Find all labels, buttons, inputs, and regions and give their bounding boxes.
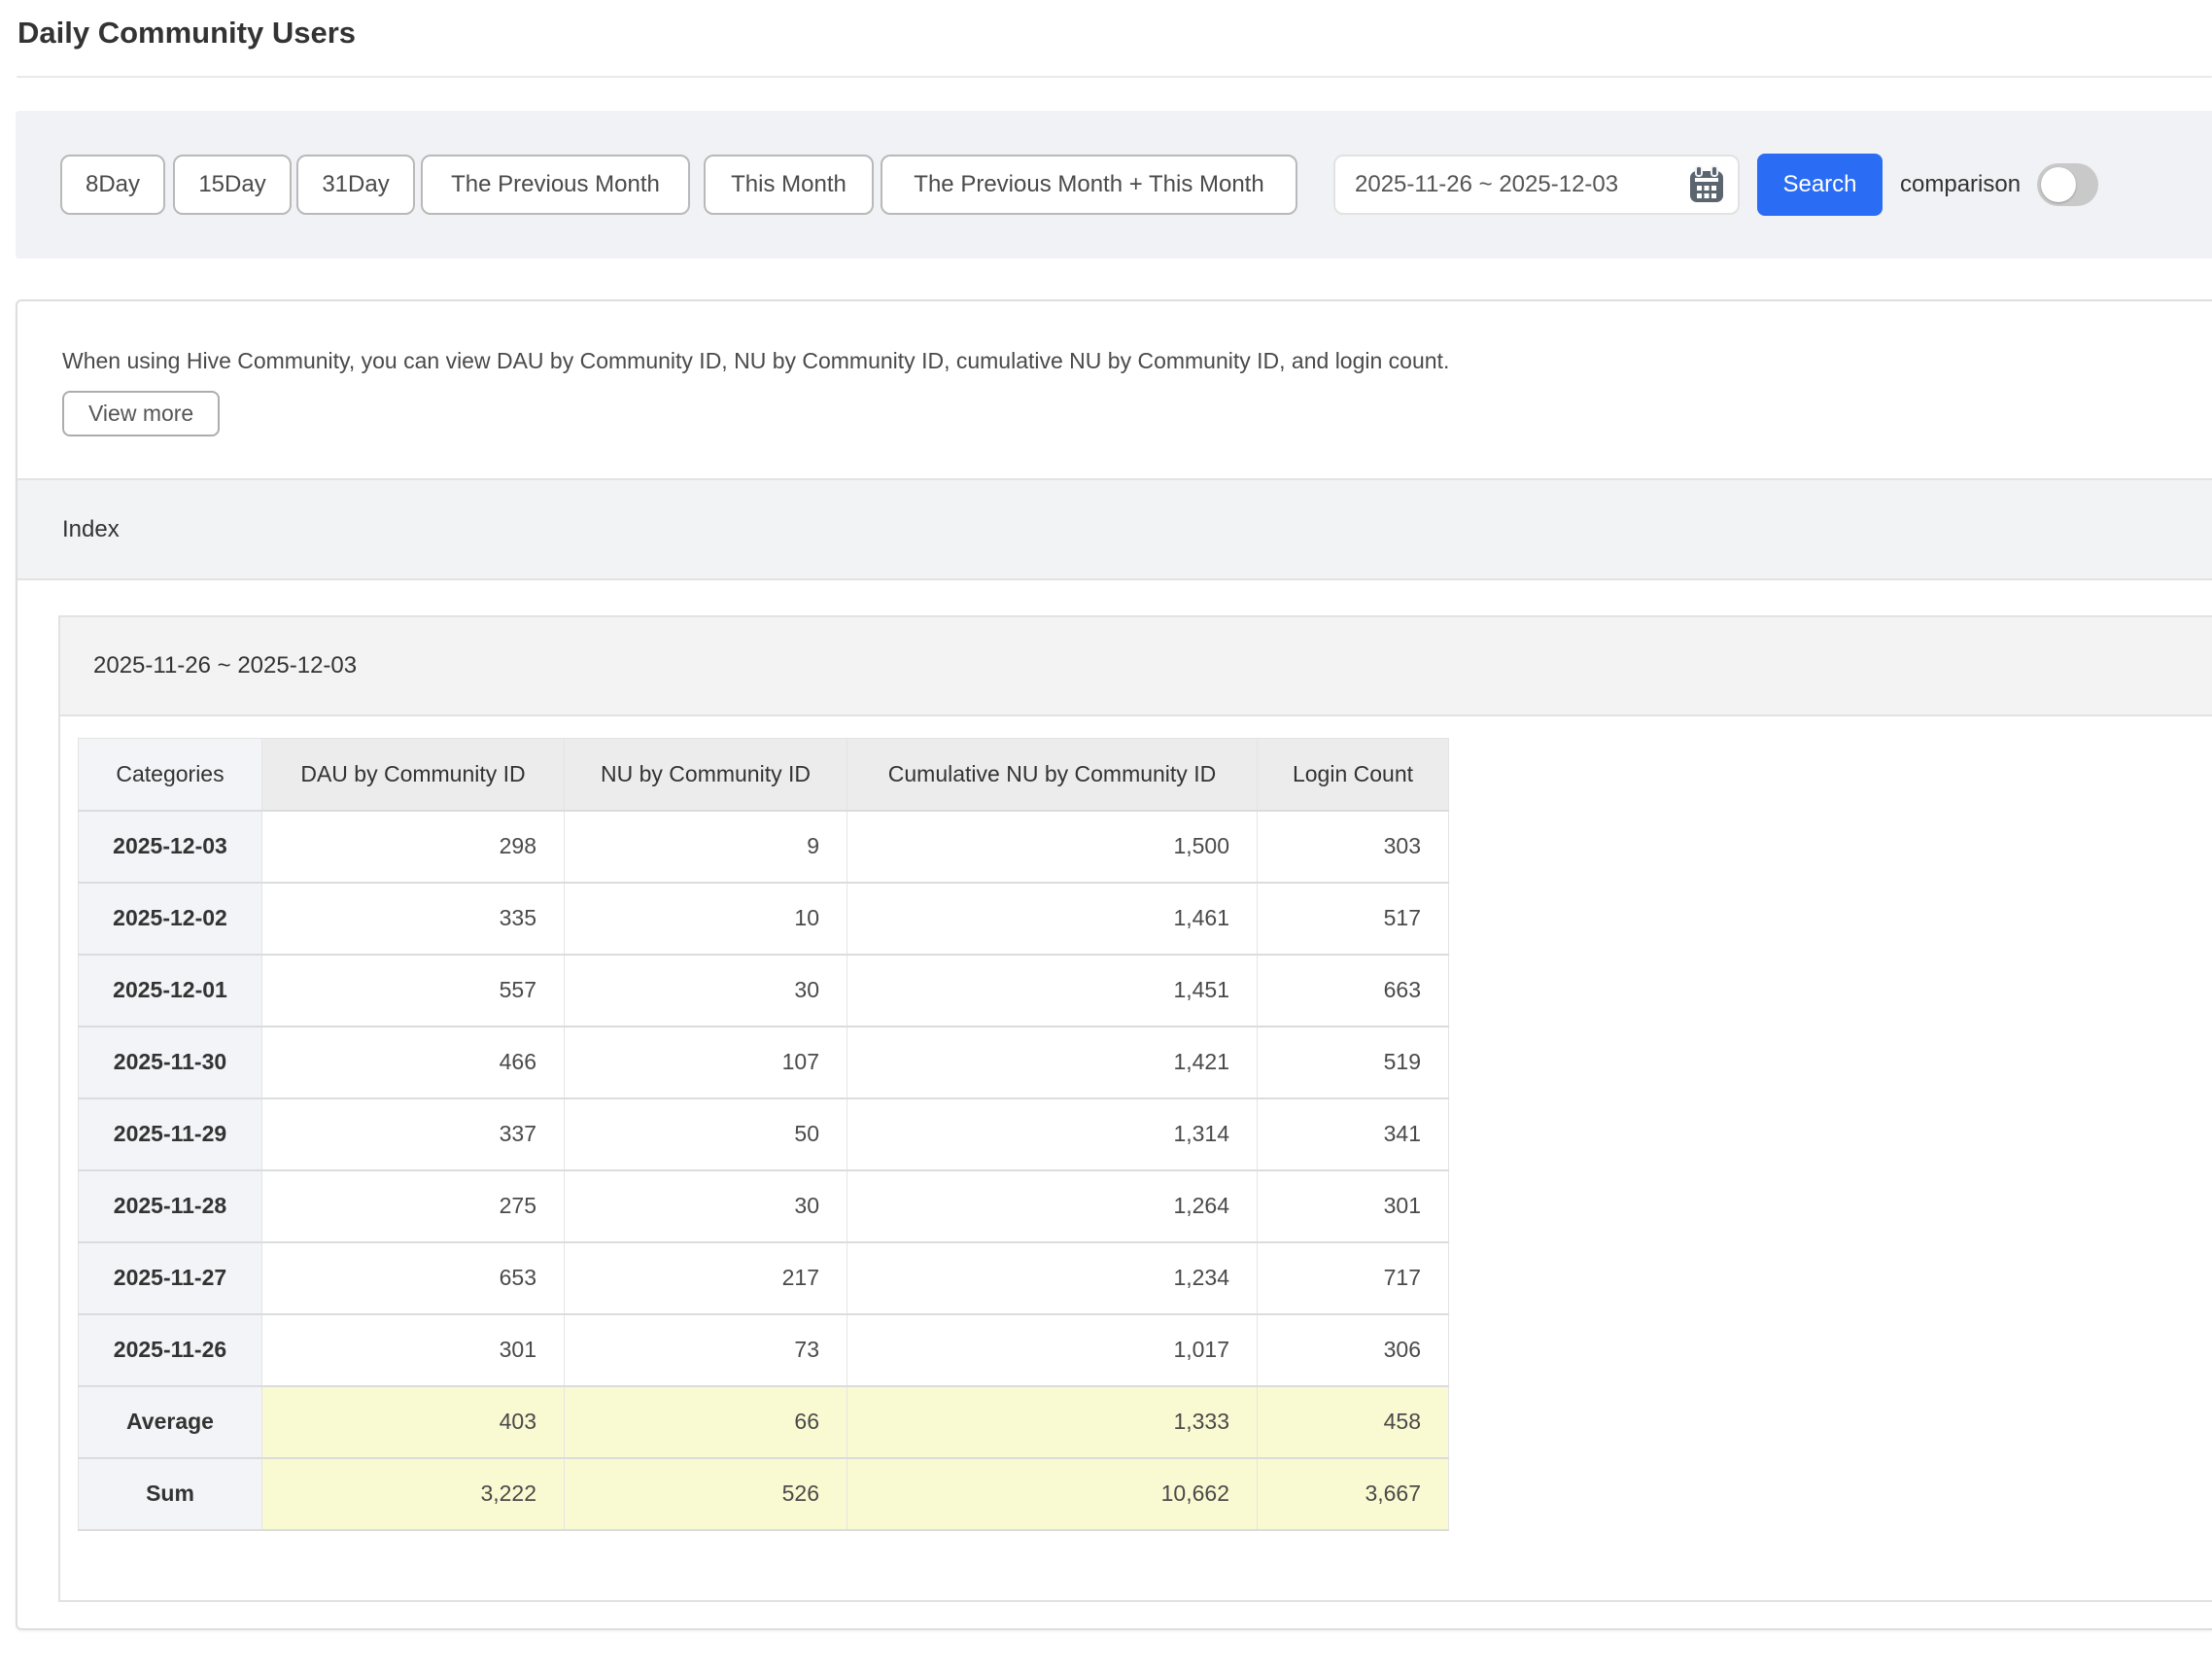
row-category: 2025-11-28 [79,1170,262,1242]
table-cell: 403 [262,1386,565,1458]
table-cell: 107 [565,1027,847,1098]
row-category: 2025-12-01 [79,955,262,1027]
report-period-header: 2025-11-26 ~ 2025-12-03 [60,617,2212,716]
calendar-icon[interactable] [1689,165,1724,204]
row-category: Average [79,1386,262,1458]
table-row: 2025-11-29337501,314341 [79,1098,1449,1170]
table-cell: 3,667 [1258,1458,1449,1530]
quick-range-the-previous-month[interactable]: The Previous Month [421,155,690,215]
quick-range-this-month[interactable]: This Month [704,155,874,215]
date-range-input[interactable] [1355,171,1689,198]
table-cell: 1,461 [847,883,1258,955]
report-card: When using Hive Community, you can view … [16,299,2212,1630]
table-cell: 298 [262,811,565,883]
calendar-icon-glyph [1689,165,1724,204]
filter-bar: 8Day15Day31DayThe Previous MonthThis Mon… [16,111,2212,259]
table-cell: 10,662 [847,1458,1258,1530]
table-cell: 301 [262,1314,565,1386]
table-row: 2025-12-0329891,500303 [79,811,1449,883]
report-table: CategoriesDAU by Community IDNU by Commu… [78,738,1449,1531]
index-label: Index [62,516,120,543]
column-header: NU by Community ID [565,739,847,811]
table-cell: 303 [1258,811,1449,883]
column-header: Cumulative NU by Community ID [847,739,1258,811]
table-cell: 1,017 [847,1314,1258,1386]
table-cell: 557 [262,955,565,1027]
row-category: 2025-12-03 [79,811,262,883]
table-cell: 517 [1258,883,1449,955]
report-panel: 2025-11-26 ~ 2025-12-03 CategoriesDAU by… [58,615,2212,1602]
table-row: 2025-11-276532171,234717 [79,1242,1449,1314]
table-cell: 335 [262,883,565,955]
quick-range-the-previous-month-this-month[interactable]: The Previous Month + This Month [881,155,1297,215]
table-cell: 1,234 [847,1242,1258,1314]
quick-range-15day[interactable]: 15Day [173,155,292,215]
table-row: 2025-11-304661071,421519 [79,1027,1449,1098]
table-cell: 1,264 [847,1170,1258,1242]
comparison-label: comparison [1900,155,2021,215]
table-row: Average403661,333458 [79,1386,1449,1458]
table-cell: 275 [262,1170,565,1242]
table-cell: 1,451 [847,955,1258,1027]
table-cell: 3,222 [262,1458,565,1530]
table-cell: 30 [565,1170,847,1242]
row-category: 2025-11-26 [79,1314,262,1386]
date-range-field[interactable] [1333,155,1740,215]
row-category: 2025-12-02 [79,883,262,955]
table-cell: 717 [1258,1242,1449,1314]
table-cell: 653 [262,1242,565,1314]
quick-range-31day[interactable]: 31Day [296,155,415,215]
row-category: 2025-11-29 [79,1098,262,1170]
row-category: 2025-11-30 [79,1027,262,1098]
table-cell: 9 [565,811,847,883]
page-title: Daily Community Users [17,16,2212,51]
view-more-button[interactable]: View more [62,391,220,436]
table-cell: 1,421 [847,1027,1258,1098]
table-cell: 301 [1258,1170,1449,1242]
table-row: 2025-11-28275301,264301 [79,1170,1449,1242]
table-row: 2025-12-01557301,451663 [79,955,1449,1027]
table-cell: 66 [565,1386,847,1458]
table-header-row: CategoriesDAU by Community IDNU by Commu… [79,739,1449,811]
table-cell: 30 [565,955,847,1027]
table-cell: 526 [565,1458,847,1530]
report-period: 2025-11-26 ~ 2025-12-03 [93,652,357,679]
report-table-head: CategoriesDAU by Community IDNU by Commu… [79,739,1449,811]
table-row: 2025-11-26301731,017306 [79,1314,1449,1386]
comparison-toggle[interactable] [2037,163,2098,206]
table-cell: 1,314 [847,1098,1258,1170]
table-cell: 519 [1258,1027,1449,1098]
table-row: 2025-12-02335101,461517 [79,883,1449,955]
table-row: Sum3,22252610,6623,667 [79,1458,1449,1530]
table-cell: 341 [1258,1098,1449,1170]
title-divider [17,76,2212,78]
table-cell: 217 [565,1242,847,1314]
intro-description: When using Hive Community, you can view … [62,346,2212,375]
table-cell: 663 [1258,955,1449,1027]
quick-range-8day[interactable]: 8Day [60,155,165,215]
column-header: DAU by Community ID [262,739,565,811]
row-category: 2025-11-27 [79,1242,262,1314]
table-cell: 337 [262,1098,565,1170]
report-table-body: 2025-12-0329891,5003032025-12-02335101,4… [79,811,1449,1530]
table-cell: 73 [565,1314,847,1386]
index-section-header: Index [17,478,2212,580]
row-category: Sum [79,1458,262,1530]
toggle-knob [2041,167,2076,202]
table-cell: 458 [1258,1386,1449,1458]
table-cell: 306 [1258,1314,1449,1386]
table-cell: 10 [565,883,847,955]
column-header: Categories [79,739,262,811]
column-header: Login Count [1258,739,1449,811]
table-cell: 1,500 [847,811,1258,883]
table-cell: 466 [262,1027,565,1098]
table-cell: 1,333 [847,1386,1258,1458]
search-button[interactable]: Search [1757,154,1883,216]
table-cell: 50 [565,1098,847,1170]
intro-section: When using Hive Community, you can view … [17,301,2212,375]
